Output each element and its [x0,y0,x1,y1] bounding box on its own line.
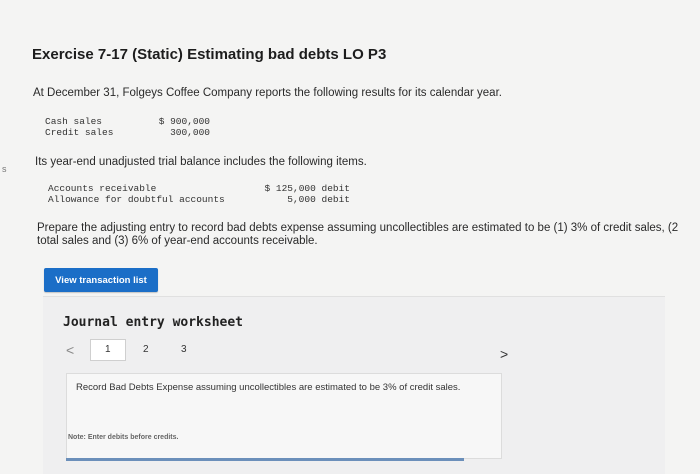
page-tab-1[interactable]: 1 [90,339,126,361]
page-tab-2[interactable]: 2 [143,344,149,355]
balance-label-ar: Accounts receivable [48,183,157,194]
balance-amount-allowance: 5,000 debit [287,194,350,205]
progress-divider [66,458,464,461]
balance-label-allowance: Allowance for doubtful accounts [48,194,225,205]
prompt-line-1: Prepare the adjusting entry to record ba… [37,222,679,234]
intro-text: At December 31, Folgeys Coffee Company r… [33,87,502,99]
worksheet-instruction: Record Bad Debts Expense assuming uncoll… [76,382,461,393]
chevron-left-icon[interactable]: < [66,342,74,358]
view-transaction-list-button[interactable]: View transaction list [44,268,158,292]
chevron-right-icon[interactable]: > [500,346,508,362]
sales-label-credit: Credit sales [45,127,114,138]
page-tab-3[interactable]: 3 [181,344,187,355]
sales-amount-credit: 300,000 [170,127,210,138]
sales-amount-cash: $ 900,000 [158,116,210,127]
balance-amount-ar: $ 125,000 debit [264,183,350,194]
exercise-title: Exercise 7-17 (Static) Estimating bad de… [32,46,387,63]
side-mark: s [2,164,7,174]
prompt-line-2: total sales and (3) 6% of year-end accou… [37,235,318,247]
debits-note: Note: Enter debits before credits. [68,434,179,441]
worksheet-title: Journal entry worksheet [63,315,244,330]
sales-label-cash: Cash sales [45,116,103,127]
balance-intro-text: Its year-end unadjusted trial balance in… [35,156,367,168]
